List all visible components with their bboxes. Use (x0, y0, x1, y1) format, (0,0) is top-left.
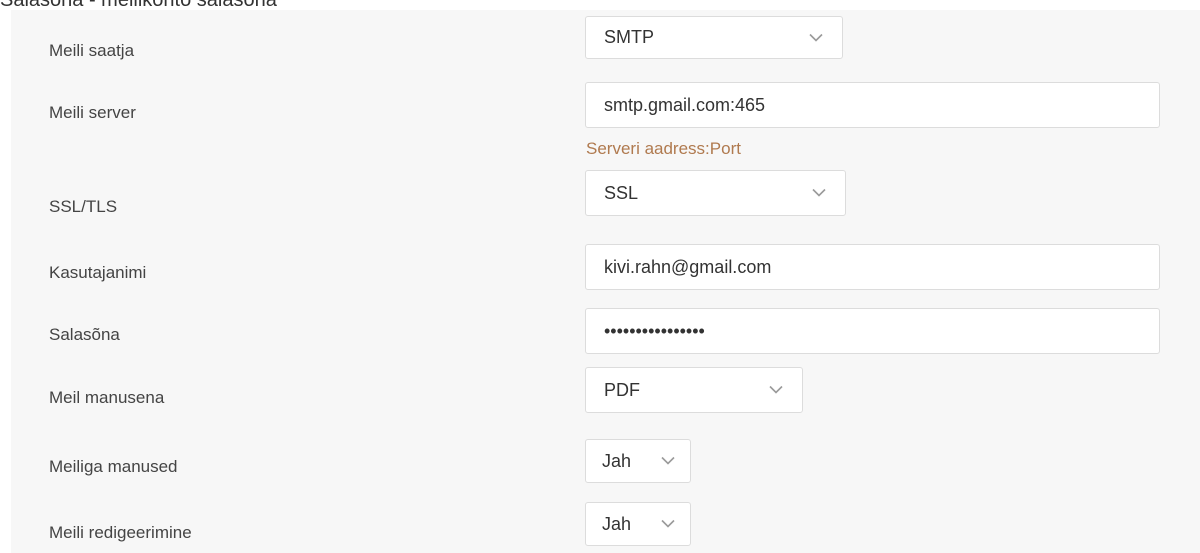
username-value: kivi.rahn@gmail.com (604, 256, 772, 277)
mail-editing-value: Jah (602, 513, 632, 534)
mail-server-hint: Serveri aadress:Port (586, 139, 741, 158)
mail-with-attachments-select[interactable]: Jah (585, 439, 691, 483)
chevron-down-icon (661, 456, 675, 465)
mail-server-value: smtp.gmail.com:465 (604, 94, 766, 115)
mail-with-attachments-label: Meiliga manused (49, 457, 178, 476)
ssl-tls-value: SSL (604, 182, 639, 203)
chevron-down-icon (809, 33, 823, 42)
chevron-down-icon (812, 188, 826, 197)
mail-server-label: Meili server (49, 103, 136, 122)
mail-with-attachments-value: Jah (602, 450, 632, 471)
username-input[interactable]: kivi.rahn@gmail.com (585, 244, 1160, 290)
username-label: Kasutajanimi (49, 263, 147, 282)
mail-editing-select[interactable]: Jah (585, 502, 691, 546)
mail-sender-value: SMTP (604, 27, 655, 47)
mail-attachment-select[interactable]: PDF (585, 367, 803, 413)
mail-sender-select[interactable]: SMTP (585, 16, 843, 59)
ssl-tls-select[interactable]: SSL (585, 170, 846, 216)
password-label: Salasõna (49, 325, 120, 344)
password-input[interactable]: •••••••••••••••• (585, 308, 1160, 354)
chevron-down-icon (769, 385, 783, 394)
mail-attachment-value: PDF (604, 379, 640, 400)
mail-settings-form: Meili saatja SMTP Meili server smtp.gmai… (11, 10, 1200, 553)
mail-server-input[interactable]: smtp.gmail.com:465 (585, 82, 1160, 128)
ssl-tls-label: SSL/TLS (49, 197, 118, 216)
mail-editing-label: Meili redigeerimine (49, 523, 192, 542)
password-value: •••••••••••••••• (604, 320, 705, 341)
chevron-down-icon (661, 519, 675, 528)
mail-sender-label: Meili saatja (49, 41, 135, 60)
mail-attachment-label: Meil manusena (49, 388, 165, 407)
